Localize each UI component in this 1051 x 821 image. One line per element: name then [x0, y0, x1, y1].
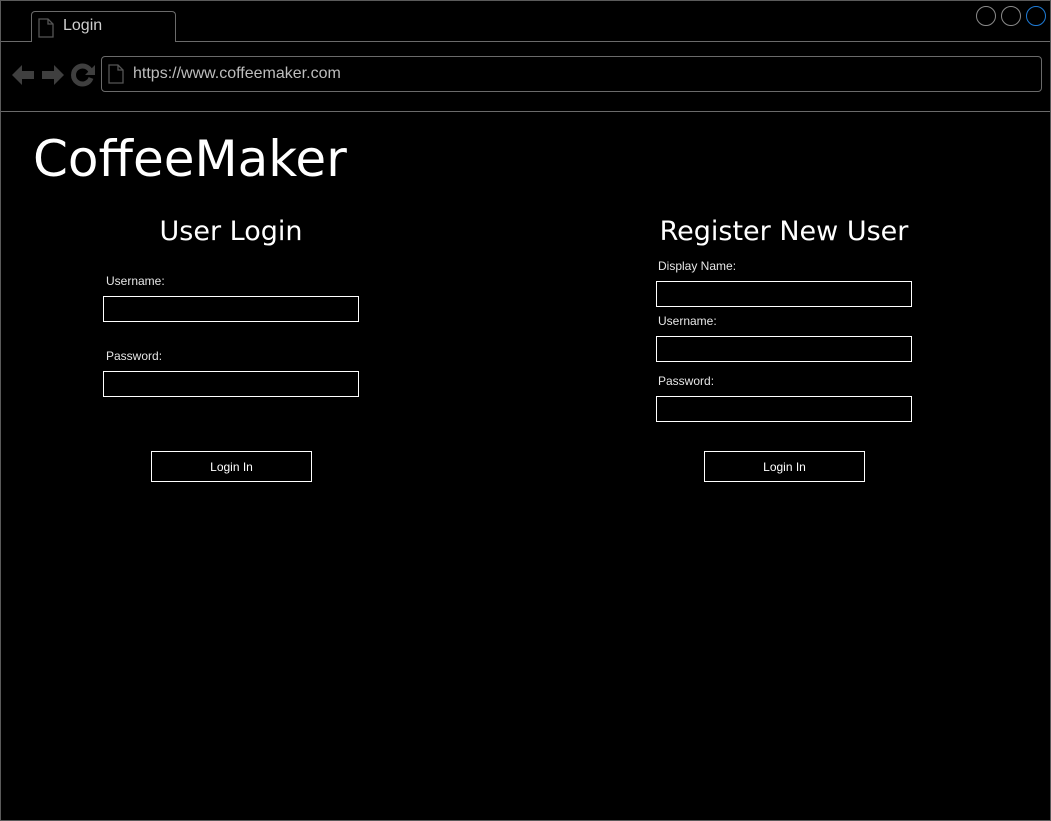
register-display-name-label: Display Name: — [658, 259, 737, 273]
browser-window: Login https://www.coffeemaker.com Coffee… — [0, 0, 1051, 821]
register-display-name-input[interactable] — [656, 281, 912, 307]
register-heading: Register New User — [659, 216, 909, 247]
login-password-label: Password: — [106, 349, 163, 363]
forward-arrow-icon[interactable] — [41, 63, 65, 91]
login-username-input[interactable] — [103, 296, 359, 322]
close-circle-icon[interactable] — [1026, 6, 1046, 26]
minimize-circle-icon[interactable] — [976, 6, 996, 26]
reload-icon[interactable] — [71, 63, 95, 91]
login-password-input[interactable] — [103, 371, 359, 397]
register-password-input[interactable] — [656, 396, 912, 422]
login-username-label: Username: — [106, 274, 165, 288]
page-icon — [108, 64, 124, 88]
register-submit-button[interactable]: Login In — [704, 451, 865, 482]
register-password-label: Password: — [658, 374, 715, 388]
url-text: https://www.coffeemaker.com — [133, 65, 341, 82]
page-icon — [38, 18, 54, 42]
register-username-label: Username: — [658, 314, 717, 328]
address-bar[interactable]: https://www.coffeemaker.com — [101, 56, 1042, 92]
login-submit-button[interactable]: Login In — [151, 451, 312, 482]
register-username-input[interactable] — [656, 336, 912, 362]
tab-title: Login — [63, 17, 103, 34]
login-heading: User Login — [159, 216, 303, 247]
app-title: CoffeeMaker — [33, 130, 347, 188]
maximize-circle-icon[interactable] — [1001, 6, 1021, 26]
chrome-divider — [1, 111, 1050, 112]
back-arrow-icon[interactable] — [11, 63, 35, 91]
tab-login[interactable]: Login — [31, 11, 176, 42]
